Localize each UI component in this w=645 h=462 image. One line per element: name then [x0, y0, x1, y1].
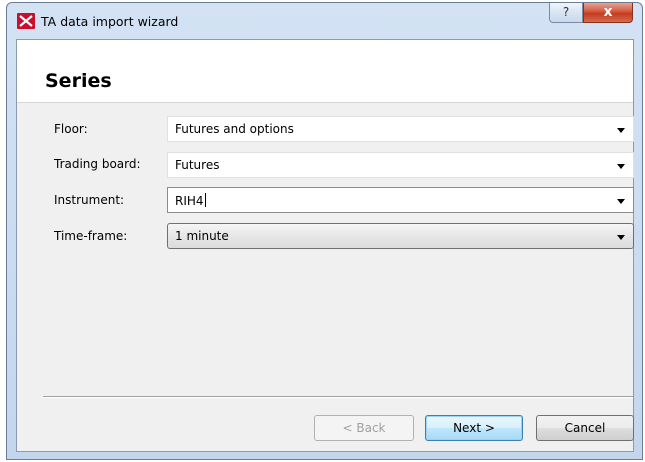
- help-icon: ?: [562, 5, 570, 19]
- chevron-down-icon: [617, 164, 625, 169]
- chevron-down-icon: [617, 128, 625, 133]
- time-frame-dropdown[interactable]: 1 minute: [167, 223, 634, 249]
- cancel-button[interactable]: Cancel: [536, 415, 634, 441]
- help-button[interactable]: ?: [549, 3, 583, 23]
- wizard-window: TA data import wizard ? x Series Floor: …: [6, 2, 643, 460]
- trading-board-value: Futures: [175, 158, 220, 172]
- next-button[interactable]: Next >: [425, 415, 523, 441]
- back-button[interactable]: < Back: [314, 415, 414, 441]
- time-frame-value: 1 minute: [175, 229, 229, 243]
- floor-value: Futures and options: [175, 122, 294, 136]
- floor-label: Floor:: [54, 122, 88, 136]
- chevron-down-icon: [617, 199, 625, 204]
- close-button[interactable]: x: [583, 3, 633, 23]
- instrument-combobox[interactable]: RIH4: [167, 187, 634, 213]
- window-title: TA data import wizard: [41, 14, 179, 29]
- instrument-label: Instrument:: [54, 193, 125, 207]
- text-caret: [204, 193, 206, 207]
- title-bar[interactable]: TA data import wizard ? x: [7, 3, 642, 39]
- footer-separator: [43, 396, 633, 398]
- app-logo-icon: [17, 13, 35, 29]
- instrument-text: RIH4: [175, 194, 204, 208]
- page-title: Series: [45, 70, 112, 92]
- trading-board-label: Trading board:: [54, 157, 141, 171]
- chevron-down-icon: [617, 235, 625, 240]
- trading-board-dropdown[interactable]: Futures: [167, 152, 634, 178]
- instrument-value[interactable]: RIH4: [175, 193, 206, 208]
- wizard-header: Series: [17, 40, 633, 103]
- wizard-client-area: Series Floor: Futures and options Tradin…: [16, 39, 634, 452]
- close-icon: x: [603, 4, 613, 20]
- floor-dropdown[interactable]: Futures and options: [167, 116, 634, 142]
- time-frame-label: Time-frame:: [54, 229, 128, 243]
